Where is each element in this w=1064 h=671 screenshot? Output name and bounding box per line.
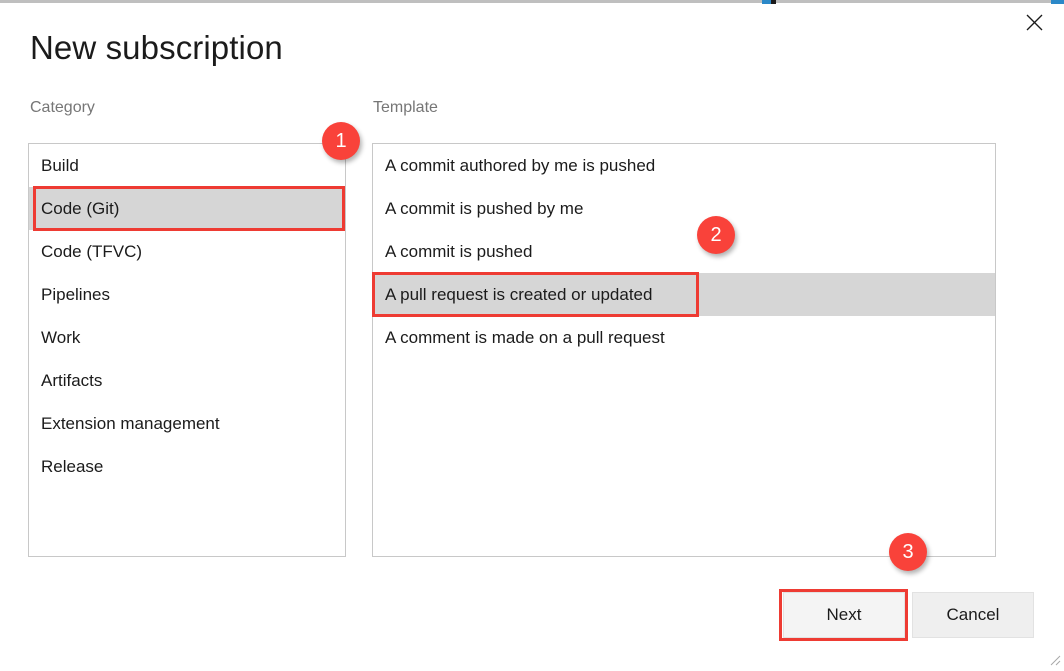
category-list-item-label: Build xyxy=(41,156,79,175)
category-list-item[interactable]: Extension management xyxy=(29,402,345,445)
cancel-button-label: Cancel xyxy=(946,605,1000,624)
next-button[interactable]: Next xyxy=(783,592,905,638)
template-list: A commit authored by me is pushed A commi… xyxy=(373,144,995,359)
next-button-label: Next xyxy=(826,605,862,624)
category-list-item[interactable]: Release xyxy=(29,445,345,488)
category-list-item[interactable]: Build xyxy=(29,144,345,187)
category-list-item-label: Pipelines xyxy=(41,285,110,304)
category-list-item-label: Work xyxy=(41,328,81,347)
template-list-item[interactable]: A commit is pushed by me xyxy=(373,187,995,230)
template-list-item-label: A commit is pushed by me xyxy=(385,199,584,218)
template-label: Template xyxy=(373,99,438,116)
category-label: Category xyxy=(30,99,95,116)
top-chrome-blue-segment-left xyxy=(762,0,771,4)
top-chrome-dark-segment xyxy=(771,0,776,4)
category-list-item-label: Code (TFVC) xyxy=(41,242,143,261)
category-list-item[interactable]: Work xyxy=(29,316,345,359)
category-list-item-label: Release xyxy=(41,457,104,476)
category-list-item-label: Extension management xyxy=(41,414,220,433)
category-list-item[interactable]: Code (Git) xyxy=(29,187,345,230)
category-list-panel: Build Code (Git) Code (TFVC) Pipelines Work A… xyxy=(28,143,346,557)
category-list-item[interactable]: Code (TFVC) xyxy=(29,230,345,273)
template-list-panel: A commit authored by me is pushed A commi… xyxy=(372,143,996,557)
cancel-button[interactable]: Cancel xyxy=(912,592,1034,638)
top-chrome-strip xyxy=(0,0,1064,3)
template-list-item-label: A pull request is created or updated xyxy=(385,285,653,304)
page-title: New subscription xyxy=(30,29,283,66)
template-list-item[interactable]: A commit authored by me is pushed xyxy=(373,144,995,187)
resize-grip-icon xyxy=(1050,655,1061,666)
template-list-item-label: A commit is pushed xyxy=(385,242,533,261)
resize-grip[interactable] xyxy=(1047,652,1061,666)
template-list-item-label: A commit authored by me is pushed xyxy=(385,156,656,175)
category-list: Build Code (Git) Code (TFVC) Pipelines Work A… xyxy=(29,144,345,488)
template-list-item-label: A comment is made on a pull request xyxy=(385,328,665,347)
category-list-item[interactable]: Artifacts xyxy=(29,359,345,402)
template-list-item[interactable]: A comment is made on a pull request xyxy=(373,316,995,359)
template-list-item[interactable]: A commit is pushed xyxy=(373,230,995,273)
category-list-item[interactable]: Pipelines xyxy=(29,273,345,316)
category-list-item-label: Code (Git) xyxy=(41,199,120,218)
close-icon xyxy=(1026,14,1042,30)
close-button[interactable] xyxy=(1013,2,1055,42)
category-list-item-label: Artifacts xyxy=(41,371,103,390)
template-list-item[interactable]: A pull request is created or updated xyxy=(373,273,995,316)
